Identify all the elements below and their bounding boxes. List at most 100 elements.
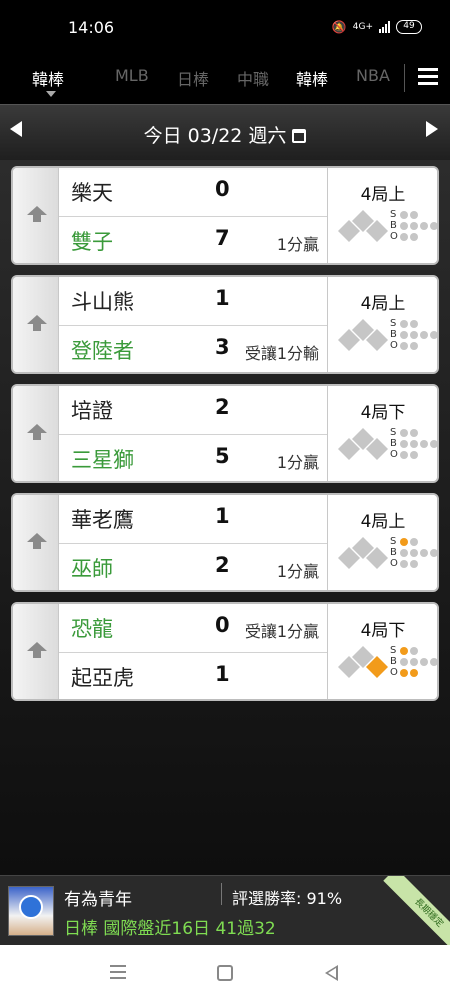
current-league[interactable]: 韓棒 [32,66,64,90]
pin-arrow-icon [27,315,47,331]
tab-npb[interactable]: 日棒 [177,66,209,90]
chevron-down-icon[interactable] [46,91,56,97]
away-team-name: 斗山熊 [71,290,134,314]
system-nav-bar [0,945,450,1000]
away-team-row: 培證 2 [59,386,327,433]
game-card[interactable]: 恐龍 0 受讓1分贏 起亞虎 1 4局下 S B O [11,602,439,701]
inning-label: 4局下 [360,621,406,641]
away-team-row: 斗山熊 1 [59,277,327,324]
away-team-name: 培證 [71,399,113,423]
inning-box: 4局上 S B O [327,168,437,263]
pin-button[interactable] [13,277,59,372]
ribbon-label: 長期穩定 [383,876,450,946]
home-team-score: 7 [215,226,230,250]
inning-box: 4局上 S B O [327,495,437,590]
inning-label: 4局上 [360,512,406,532]
bases-diamond-icon [338,646,388,678]
pin-button[interactable] [13,386,59,481]
nav-divider [404,64,405,92]
pin-button[interactable] [13,604,59,699]
next-day-icon[interactable] [426,121,438,137]
home-team-name: 三星獅 [71,448,134,472]
pin-arrow-icon [27,206,47,222]
menu-icon[interactable] [418,68,438,86]
home-team-note: 1分贏 [276,562,319,581]
status-time: 14:06 [68,18,115,37]
inning-label: 4局下 [360,403,406,423]
home-team-row: 三星獅 5 1分贏 [59,434,327,481]
home-team-row: 起亞虎 1 [59,652,327,699]
home-team-name: 起亞虎 [71,666,134,690]
home-team-row: 巫師 2 1分贏 [59,543,327,590]
count-indicator: S B O [390,645,437,678]
home-team-row: 雙子 7 1分贏 [59,216,327,263]
game-card[interactable]: 斗山熊 1 登陸者 3 受讓1分輸 4局上 S B O [11,275,439,374]
status-icons: 🔕 4G+ 49 [332,20,422,34]
away-team-score: 2 [215,395,230,419]
home-team-name: 巫師 [71,557,113,581]
analyst-footer[interactable]: 有為青年 評選勝率: 91% 日棒 國際盤近16日 41過32 長期穩定 [0,875,450,946]
home-team-score: 1 [215,662,230,686]
status-bar: 14:06 🔕 4G+ 49 [0,0,450,56]
game-card[interactable]: 樂天 0 雙子 7 1分贏 4局上 S B O [11,166,439,265]
tab-mlb[interactable]: MLB [115,66,149,85]
pin-button[interactable] [13,495,59,590]
away-team-name: 華老鷹 [71,508,134,532]
tab-nba[interactable]: NBA [356,66,390,85]
date-selector[interactable]: 今日 03/22 週六 [0,121,450,148]
home-team-score: 2 [215,553,230,577]
pin-button[interactable] [13,168,59,263]
back-icon[interactable] [325,965,338,981]
home-icon[interactable] [217,965,233,981]
win-rate: 評選勝率: 91% [232,889,343,908]
inning-box: 4局下 S B O [327,386,437,481]
count-indicator: S B O [390,427,437,460]
analyst-name: 有為青年 [64,890,132,910]
count-indicator: S B O [390,318,437,351]
pin-arrow-icon [27,533,47,549]
count-indicator: S B O [390,536,437,569]
signal-icon [379,21,390,33]
network-label: 4G+ [352,22,373,32]
home-team-name: 登陸者 [71,339,134,363]
away-team-score: 0 [215,613,230,637]
avatar[interactable] [8,886,54,936]
home-team-note: 1分贏 [276,235,319,254]
home-team-score: 5 [215,444,230,468]
home-team-note: 1分贏 [276,453,319,472]
away-team-note: 受讓1分贏 [244,622,319,641]
away-team-score: 1 [215,504,230,528]
calendar-icon [292,129,307,143]
bases-diamond-icon [338,319,388,351]
away-team-row: 樂天 0 [59,168,327,215]
pin-arrow-icon [27,642,47,658]
mute-icon: 🔕 [331,20,347,34]
away-team-row: 恐龍 0 受讓1分贏 [59,604,327,651]
home-team-row: 登陸者 3 受讓1分輸 [59,325,327,372]
pin-arrow-icon [27,424,47,440]
away-team-name: 恐龍 [71,617,113,641]
home-team-score: 3 [215,335,230,359]
footer-divider [221,883,222,905]
tab-kbo[interactable]: 韓棒 [296,66,328,90]
date-bar: 今日 03/22 週六 [0,104,450,160]
tab-cpbl[interactable]: 中職 [237,66,269,90]
bases-diamond-icon [338,210,388,242]
recent-apps-icon[interactable] [110,965,126,979]
analyst-record: 日棒 國際盤近16日 41過32 [64,919,276,939]
inning-box: 4局下 S B O [327,604,437,699]
games-list: 樂天 0 雙子 7 1分贏 4局上 S B O 斗山熊 1 登陸者 3 受讓1分… [0,160,450,875]
league-nav: 韓棒 MLB 日棒 中職 韓棒 NBA [0,56,450,104]
away-team-score: 0 [215,177,230,201]
inning-box: 4局上 S B O [327,277,437,372]
bases-diamond-icon [338,428,388,460]
battery-icon: 49 [396,20,422,34]
inning-label: 4局上 [360,185,406,205]
home-team-note: 受讓1分輸 [244,344,319,363]
stable-ribbon: 長期穩定 [382,876,450,946]
away-team-score: 1 [215,286,230,310]
count-indicator: S B O [390,209,437,242]
game-card[interactable]: 培證 2 三星獅 5 1分贏 4局下 S B O [11,384,439,483]
game-card[interactable]: 華老鷹 1 巫師 2 1分贏 4局上 S B O [11,493,439,592]
inning-label: 4局上 [360,294,406,314]
